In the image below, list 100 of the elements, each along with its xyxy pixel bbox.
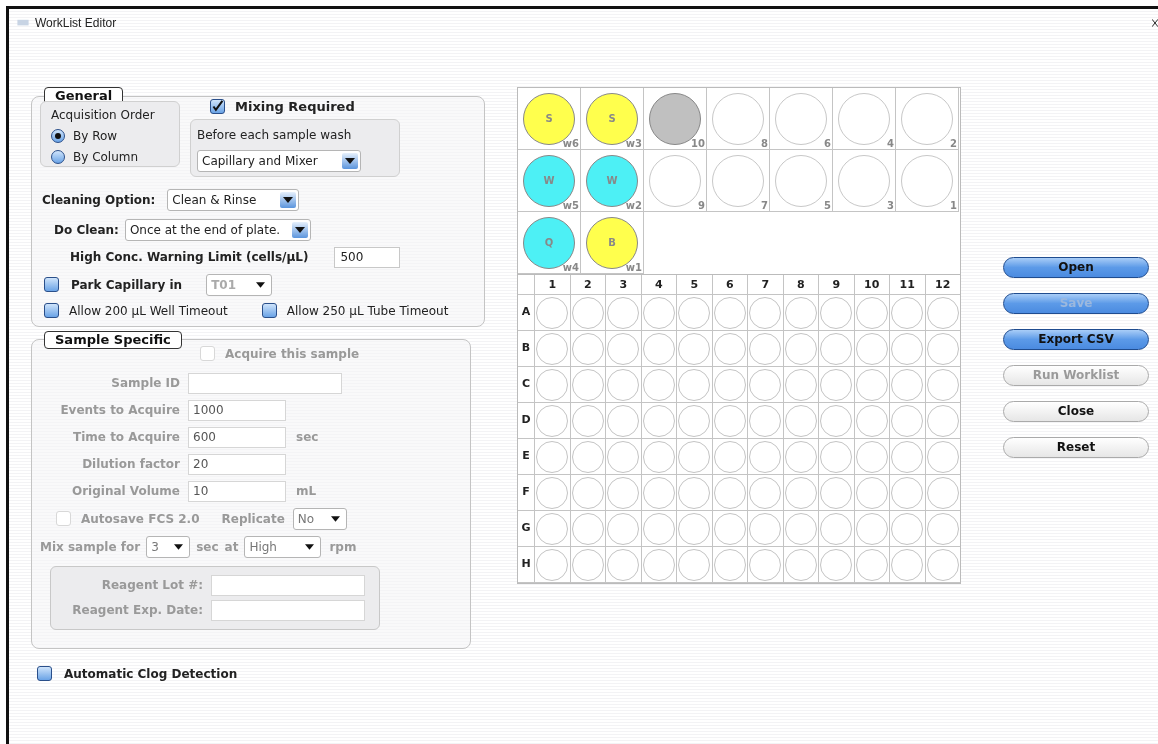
- tube-slot[interactable]: 4: [833, 88, 896, 150]
- radio-button[interactable]: [51, 150, 65, 164]
- tube-slot[interactable]: 6: [770, 88, 833, 150]
- well[interactable]: [676, 475, 712, 511]
- well[interactable]: [747, 403, 783, 439]
- well[interactable]: [569, 403, 605, 439]
- tube-slot[interactable]: 7: [707, 150, 770, 212]
- well[interactable]: [605, 367, 641, 403]
- dropdown[interactable]: Capillary and Mixer: [197, 149, 361, 172]
- well[interactable]: [569, 547, 605, 583]
- well[interactable]: [605, 511, 641, 547]
- tube-slot[interactable]: 2: [896, 88, 959, 150]
- well[interactable]: [782, 367, 818, 403]
- well[interactable]: [534, 475, 570, 511]
- well[interactable]: [782, 475, 818, 511]
- action-button[interactable]: Reset: [1003, 437, 1149, 458]
- well[interactable]: [605, 475, 641, 511]
- well[interactable]: [569, 511, 605, 547]
- well[interactable]: [889, 475, 925, 511]
- checkbox[interactable]: [210, 99, 225, 115]
- tube-slot[interactable]: S w3: [581, 88, 644, 150]
- well[interactable]: [818, 331, 854, 367]
- well[interactable]: [640, 547, 676, 583]
- tube-slot[interactable]: Q w4: [518, 212, 581, 274]
- well[interactable]: [534, 439, 570, 475]
- action-button[interactable]: Open: [1003, 257, 1149, 278]
- action-button[interactable]: Close: [1003, 401, 1149, 422]
- tube-slot[interactable]: B w1: [581, 212, 644, 274]
- well[interactable]: [676, 367, 712, 403]
- well[interactable]: [818, 295, 854, 331]
- well[interactable]: [853, 475, 889, 511]
- well[interactable]: [640, 475, 676, 511]
- well[interactable]: [782, 295, 818, 331]
- well[interactable]: [676, 331, 712, 367]
- well[interactable]: [853, 547, 889, 583]
- well[interactable]: [818, 439, 854, 475]
- well[interactable]: [889, 295, 925, 331]
- well[interactable]: [889, 511, 925, 547]
- well[interactable]: [782, 403, 818, 439]
- well[interactable]: [782, 439, 818, 475]
- dropdown[interactable]: Clean & Rinse: [167, 188, 300, 211]
- well[interactable]: [640, 511, 676, 547]
- well[interactable]: [747, 331, 783, 367]
- well[interactable]: [818, 367, 854, 403]
- well[interactable]: [569, 295, 605, 331]
- well[interactable]: [534, 547, 570, 583]
- dropdown[interactable]: Once at the end of plate.: [124, 218, 311, 241]
- well[interactable]: [747, 367, 783, 403]
- well[interactable]: [747, 475, 783, 511]
- input-field[interactable]: 500: [334, 246, 401, 268]
- well[interactable]: [782, 331, 818, 367]
- well[interactable]: [924, 403, 960, 439]
- well[interactable]: [711, 331, 747, 367]
- well[interactable]: [711, 547, 747, 583]
- well[interactable]: [534, 367, 570, 403]
- checkbox[interactable]: [261, 303, 277, 318]
- well[interactable]: [711, 295, 747, 331]
- well[interactable]: [747, 295, 783, 331]
- well[interactable]: [889, 367, 925, 403]
- close-icon[interactable]: [1152, 18, 1158, 28]
- well[interactable]: [924, 511, 960, 547]
- well[interactable]: [889, 331, 925, 367]
- well[interactable]: [711, 511, 747, 547]
- well[interactable]: [711, 367, 747, 403]
- well[interactable]: [676, 403, 712, 439]
- well[interactable]: [711, 403, 747, 439]
- well[interactable]: [924, 295, 960, 331]
- radio-button[interactable]: [51, 129, 65, 143]
- well[interactable]: [747, 547, 783, 583]
- well[interactable]: [640, 295, 676, 331]
- well[interactable]: [569, 331, 605, 367]
- well[interactable]: [889, 547, 925, 583]
- well[interactable]: [924, 475, 960, 511]
- tube-slot[interactable]: 5: [770, 150, 833, 212]
- well[interactable]: [782, 511, 818, 547]
- well[interactable]: [534, 295, 570, 331]
- well[interactable]: [747, 511, 783, 547]
- well[interactable]: [818, 511, 854, 547]
- well[interactable]: [924, 439, 960, 475]
- well[interactable]: [569, 475, 605, 511]
- well[interactable]: [640, 439, 676, 475]
- tube-slot[interactable]: S w6: [518, 88, 581, 150]
- well[interactable]: [782, 547, 818, 583]
- tube-slot[interactable]: 9: [644, 150, 707, 212]
- action-button[interactable]: Export CSV: [1003, 329, 1149, 350]
- well[interactable]: [853, 295, 889, 331]
- well[interactable]: [640, 403, 676, 439]
- well[interactable]: [889, 439, 925, 475]
- tube-slot[interactable]: W w2: [581, 150, 644, 212]
- tube-slot[interactable]: 3: [833, 150, 896, 212]
- well[interactable]: [534, 511, 570, 547]
- well[interactable]: [676, 511, 712, 547]
- well[interactable]: [640, 367, 676, 403]
- tube-slot[interactable]: 8: [707, 88, 770, 150]
- well[interactable]: [605, 295, 641, 331]
- well[interactable]: [676, 547, 712, 583]
- well[interactable]: [605, 439, 641, 475]
- well[interactable]: [853, 331, 889, 367]
- well[interactable]: [818, 547, 854, 583]
- well[interactable]: [569, 367, 605, 403]
